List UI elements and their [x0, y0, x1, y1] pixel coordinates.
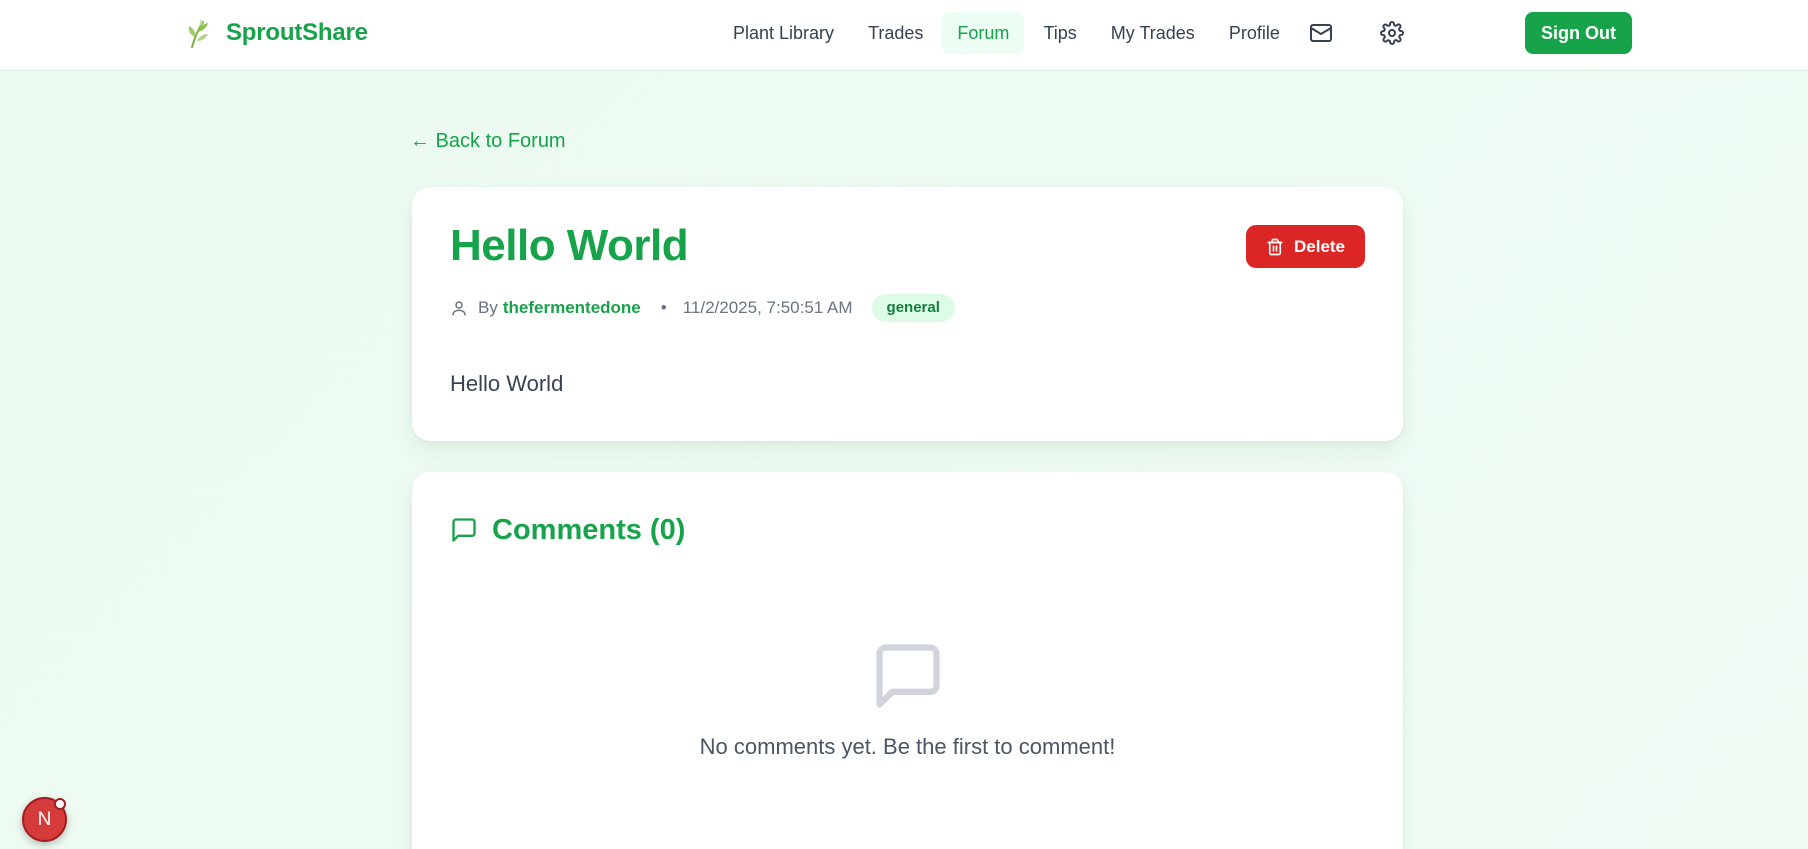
messages-button[interactable] — [1299, 12, 1343, 54]
post-card: Hello World Delete By thefermentedone • … — [412, 187, 1403, 441]
post-title: Hello World — [450, 221, 689, 270]
brand-name: SproutShare — [226, 19, 368, 46]
by-label: By — [478, 298, 498, 317]
nav-item-profile[interactable]: Profile — [1214, 12, 1295, 54]
comments-title: Comments (0) — [492, 513, 686, 546]
dev-tools-badge[interactable]: N — [22, 797, 67, 842]
nav-item-trades[interactable]: Trades — [853, 12, 938, 54]
category-tag: general — [871, 294, 955, 322]
sign-out-button[interactable]: Sign Out — [1525, 12, 1632, 54]
meta-separator: • — [660, 298, 667, 317]
post-author-link[interactable]: thefermentedone — [503, 298, 641, 318]
nav-item-tips[interactable]: Tips — [1028, 12, 1091, 54]
post-date: 11/2/2025, 7:50:51 AM — [682, 298, 853, 317]
main-nav: Plant Library Trades Forum Tips My Trade… — [718, 12, 1414, 54]
user-icon — [452, 301, 466, 316]
comments-header: Comments (0) — [450, 512, 685, 548]
back-to-forum-link[interactable]: ← Back to Forum — [410, 130, 566, 153]
delete-post-button[interactable]: Delete — [1246, 225, 1365, 268]
post-body: Hello World — [450, 371, 564, 396]
sprout-icon — [188, 19, 208, 48]
dev-badge-indicator — [54, 798, 66, 810]
nav-item-plant-library[interactable]: Plant Library — [718, 12, 849, 54]
delete-button-label: Delete — [1293, 236, 1346, 256]
settings-button[interactable] — [1370, 12, 1414, 54]
brand-logo-link[interactable]: SproutShare — [186, 17, 368, 49]
trash-icon — [1267, 238, 1283, 255]
nav-item-forum[interactable]: Forum — [942, 12, 1025, 54]
mail-icon — [1309, 24, 1332, 42]
dev-badge-letter: N — [37, 808, 52, 830]
comment-icon — [452, 518, 476, 542]
post-meta: By thefermentedone • 11/2/2025, 7:50:51 … — [450, 293, 955, 323]
empty-comments-icon — [876, 644, 940, 708]
nav-item-my-trades[interactable]: My Trades — [1096, 12, 1210, 54]
comments-card: Comments (0) No comments yet. Be the fir… — [412, 472, 1403, 849]
empty-comments-message: No comments yet. Be the first to comment… — [699, 734, 1116, 759]
top-navbar: SproutShare Plant Library Trades Forum T… — [0, 0, 1808, 71]
gear-icon — [1379, 21, 1404, 45]
